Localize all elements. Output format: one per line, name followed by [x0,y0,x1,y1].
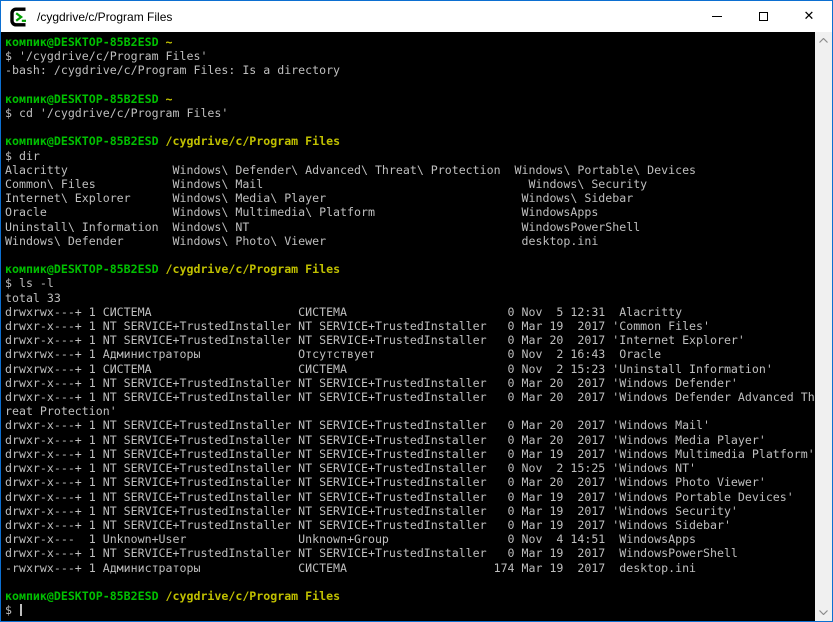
terminal-line: drwxr-x---+ 1 NT SERVICE+TrustedInstalle… [5,376,815,390]
terminal-line: $ dir [5,149,815,163]
terminal-line: Alacritty Windows\ Defender\ Advanced\ T… [5,163,815,177]
terminal-line: $ [5,603,815,617]
terminal-line: Windows\ Defender Windows\ Photo\ Viewer… [5,234,815,248]
terminal-line: drwxr-x---+ 1 NT SERVICE+TrustedInstalle… [5,490,815,504]
terminal-line: drwxr-x---+ 1 NT SERVICE+TrustedInstalle… [5,390,815,404]
terminal-line: drwxrwx---+ 1 Администраторы Отсутствует… [5,347,815,361]
terminal-line: Internet\ Explorer Windows\ Media\ Playe… [5,191,815,205]
maximize-icon [759,12,768,21]
terminal-line: drwxr-x--- 1 Unknown+User Unknown+Group … [5,532,815,546]
close-button[interactable]: ✕ [786,1,832,32]
terminal-line: drwxr-x---+ 1 NT SERVICE+TrustedInstalle… [5,433,815,447]
terminal-line: Common\ Files Windows\ Mail Windows\ Sec… [5,177,815,191]
terminal-line: -bash: /cygdrive/c/Program Files: Is a d… [5,63,815,77]
terminal-line: drwxr-x---+ 1 NT SERVICE+TrustedInstalle… [5,333,815,347]
terminal-line [5,120,815,134]
chevron-up-icon [819,38,828,43]
terminal-line: -rwxrwx---+ 1 Администраторы СИСТЕМА 174… [5,561,815,575]
scroll-up-button[interactable] [815,32,832,49]
minimize-button[interactable] [694,1,740,32]
terminal-line: $ '/cygdrive/c/Program Files' [5,49,815,63]
terminal-line: $ cd '/cygdrive/c/Program Files' [5,106,815,120]
terminal-line: drwxrwx---+ 1 СИСТЕМА СИСТЕМА 0 Nov 5 12… [5,305,815,319]
chevron-down-icon [819,610,828,615]
terminal-line: компик@DESKTOP-85B2ESD /cygdrive/c/Progr… [5,134,815,148]
terminal-line: $ ls -l [5,276,815,290]
terminal-line: Oracle Windows\ Multimedia\ Platform Win… [5,205,815,219]
terminal-line: drwxr-x---+ 1 NT SERVICE+TrustedInstalle… [5,418,815,432]
terminal-line: компик@DESKTOP-85B2ESD /cygdrive/c/Progr… [5,589,815,603]
terminal-line [5,248,815,262]
maximize-button[interactable] [740,1,786,32]
terminal-line: total 33 [5,291,815,305]
terminal-line: reat Protection' [5,404,815,418]
terminal-line: drwxr-x---+ 1 NT SERVICE+TrustedInstalle… [5,461,815,475]
scroll-down-button[interactable] [815,604,832,621]
terminal-line: Uninstall\ Information Windows\ NT Windo… [5,220,815,234]
scrollbar[interactable] [815,32,832,621]
terminal-line [5,78,815,92]
terminal-line: drwxr-x---+ 1 NT SERVICE+TrustedInstalle… [5,518,815,532]
terminal-line [5,575,815,589]
minimize-icon [712,16,722,17]
terminal-line: drwxr-x---+ 1 NT SERVICE+TrustedInstalle… [5,504,815,518]
terminal-line: drwxrwx---+ 1 СИСТЕМА СИСТЕМА 0 Nov 2 15… [5,362,815,376]
terminal-line: компик@DESKTOP-85B2ESD /cygdrive/c/Progr… [5,262,815,276]
close-icon: ✕ [804,10,815,23]
terminal-line: drwxr-x---+ 1 NT SERVICE+TrustedInstalle… [5,546,815,560]
terminal-line: компик@DESKTOP-85B2ESD ~ [5,35,815,49]
window-title: /cygdrive/c/Program Files [37,10,694,24]
text-cursor [20,604,22,616]
terminal-line: компик@DESKTOP-85B2ESD ~ [5,92,815,106]
terminal-line: drwxr-x---+ 1 NT SERVICE+TrustedInstalle… [5,475,815,489]
cygwin-icon [10,7,30,27]
window-titlebar[interactable]: /cygdrive/c/Program Files ✕ [1,1,832,32]
terminal-line: drwxr-x---+ 1 NT SERVICE+TrustedInstalle… [5,319,815,333]
terminal-output[interactable]: компик@DESKTOP-85B2ESD ~$ '/cygdrive/c/P… [1,32,815,621]
terminal-line: drwxr-x---+ 1 NT SERVICE+TrustedInstalle… [5,447,815,461]
